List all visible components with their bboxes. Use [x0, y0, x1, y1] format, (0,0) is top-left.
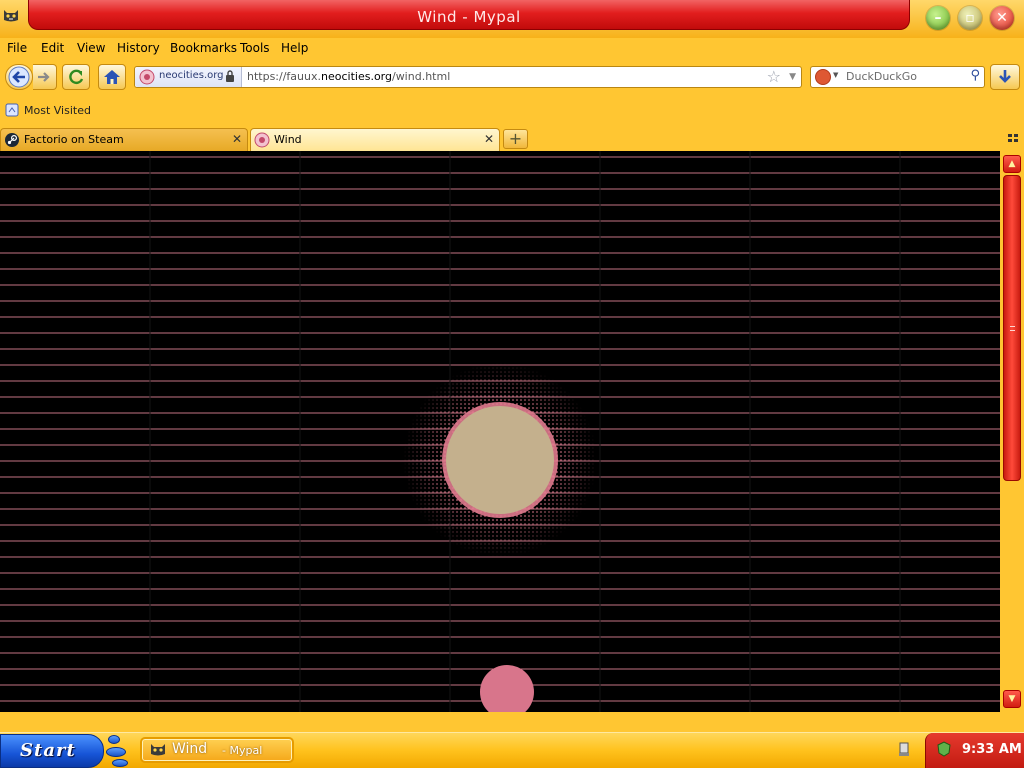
close-button[interactable]: ✕	[990, 6, 1014, 30]
url-host: neocities.org	[321, 70, 392, 83]
lock-icon	[226, 70, 234, 82]
taskbar-window-app: - Mypal	[222, 744, 263, 757]
tab-label: Factorio on Steam	[24, 133, 124, 146]
list-all-tabs-icon[interactable]	[1008, 134, 1018, 142]
duckduckgo-icon[interactable]	[815, 69, 831, 85]
shield-icon[interactable]	[936, 741, 952, 757]
window-title-separator: -	[462, 8, 469, 26]
neocities-favicon	[254, 132, 270, 148]
menu-tools[interactable]: Tools	[240, 41, 270, 55]
start-ornament	[108, 735, 120, 744]
search-bar[interactable]: ▼ DuckDuckGo ⚲	[810, 66, 985, 88]
mypal-cat-icon	[151, 744, 165, 756]
menu-help[interactable]: Help	[281, 41, 308, 55]
menu-bar: File Edit View History Bookmarks Tools H…	[0, 38, 1024, 58]
clock-time: 9:33 AM	[962, 742, 1022, 757]
taskbar-window-wind[interactable]: Wind - Mypal	[140, 737, 294, 763]
home-icon	[104, 70, 120, 84]
menu-bookmarks[interactable]: Bookmarks	[170, 41, 237, 55]
home-button[interactable]	[98, 64, 126, 90]
menu-file[interactable]: File	[7, 41, 27, 55]
tab-factorio[interactable]: Factorio on Steam ✕	[0, 128, 248, 151]
start-label: Start	[20, 740, 76, 761]
page-content	[0, 151, 1000, 712]
menu-edit[interactable]: Edit	[41, 41, 64, 55]
reload-icon	[69, 69, 84, 85]
tab-bar: Factorio on Steam ✕ Wind ✕ +	[0, 124, 1024, 151]
navigation-toolbar: neocities.org https://fauux.neocities.or…	[0, 58, 1024, 98]
bookmarks-toolbar: Most Visited	[0, 98, 1024, 124]
sun	[446, 406, 554, 514]
desktop: Wind - Mypal – ▫ ✕ File Edit View Histor…	[0, 0, 1024, 768]
close-tab-icon[interactable]: ✕	[232, 132, 242, 146]
download-icon	[999, 70, 1011, 83]
mypal-cat-icon[interactable]	[3, 9, 19, 22]
url-path: /wind.html	[391, 70, 451, 83]
forward-arrow-icon	[38, 72, 50, 82]
title-bar: Wind - Mypal – ▫ ✕	[0, 0, 1024, 38]
neocities-favicon	[139, 69, 155, 85]
window-title-page: Wind	[417, 8, 457, 26]
window-title: Wind - Mypal	[28, 0, 910, 30]
url-prefix: https://fauux.	[247, 70, 321, 83]
minimize-button[interactable]: –	[926, 6, 950, 30]
start-button[interactable]: Start	[0, 733, 132, 768]
scroll-thumb[interactable]	[1003, 175, 1021, 481]
network-tray-icon[interactable]	[898, 742, 910, 758]
url-bar[interactable]: neocities.org https://fauux.neocities.or…	[134, 66, 802, 88]
status-bar	[0, 712, 1024, 732]
window-controls: – ▫ ✕	[918, 2, 1016, 36]
site-identity-button[interactable]: neocities.org	[135, 67, 242, 87]
url-text[interactable]: https://fauux.neocities.org/wind.html	[247, 70, 450, 83]
menu-view[interactable]: View	[77, 41, 105, 55]
system-clock[interactable]: 9:33 AM	[925, 733, 1024, 768]
magnifier-icon[interactable]: ⚲	[970, 68, 980, 83]
taskbar: Start Wind - Mypal 9:33 AM	[0, 732, 1024, 768]
new-tab-button[interactable]: +	[503, 129, 528, 149]
back-arrow-icon	[8, 66, 30, 88]
steam-icon	[5, 133, 19, 147]
bookmark-most-visited[interactable]: Most Visited	[24, 104, 91, 117]
star-icon[interactable]: ☆	[767, 67, 781, 87]
tab-label: Wind	[274, 133, 302, 146]
identity-domain: neocities.org	[159, 70, 224, 81]
maximize-button[interactable]: ▫	[958, 6, 982, 30]
back-button[interactable]	[5, 64, 33, 90]
menu-history[interactable]: History	[117, 41, 160, 55]
start-ornament	[112, 759, 128, 767]
wind-scene	[0, 151, 1000, 712]
pink-orb	[480, 665, 534, 712]
most-visited-icon	[5, 103, 19, 117]
forward-button[interactable]	[33, 64, 57, 90]
scroll-grip	[1010, 326, 1015, 331]
scroll-down-button[interactable]: ▼	[1003, 690, 1021, 708]
chevron-down-icon[interactable]: ▼	[789, 67, 796, 87]
vertical-scrollbar[interactable]: ▲ ▼	[1000, 151, 1024, 712]
reload-button[interactable]	[62, 64, 90, 90]
close-tab-icon[interactable]: ✕	[484, 132, 494, 146]
window-title-app: Mypal	[473, 8, 521, 26]
start-ornament	[106, 747, 126, 757]
scroll-up-button[interactable]: ▲	[1003, 155, 1021, 173]
tab-wind[interactable]: Wind ✕	[250, 128, 500, 151]
search-input-placeholder[interactable]: DuckDuckGo	[846, 70, 917, 83]
taskbar-window-title: Wind	[172, 741, 208, 757]
download-button[interactable]	[990, 64, 1020, 90]
chevron-down-icon[interactable]: ▼	[833, 71, 838, 79]
